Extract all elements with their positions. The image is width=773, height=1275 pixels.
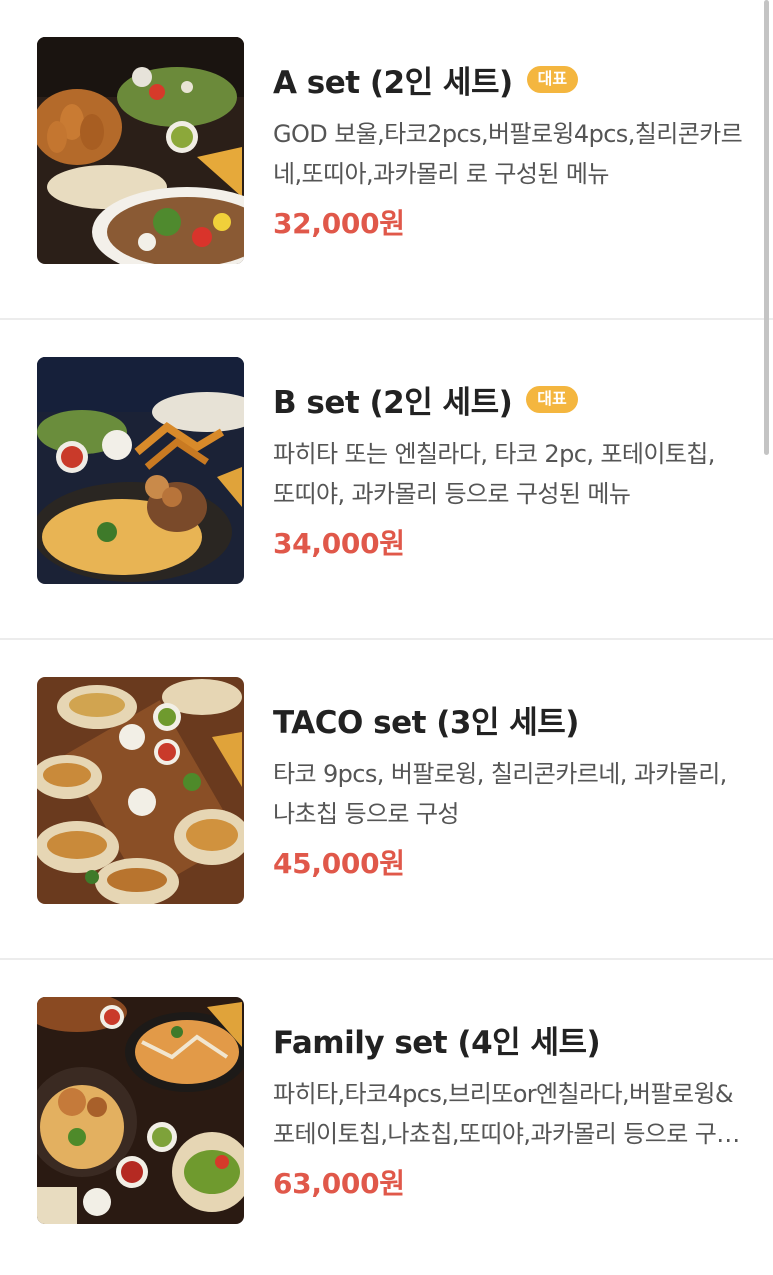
menu-item-price: 63,000원 [273,1167,405,1200]
menu-item-title: TACO set (3인 세트) [273,704,579,741]
menu-item-description: 파히타,타코4pcs,브리또or엔칠라다,버팔로윙&포테이토칩,나쵸칩,또띠야,… [273,1080,738,1148]
menu-item-title-row: A set (2인 세트) 대표 [273,58,743,101]
menu-item-b-set[interactable]: B set (2인 세트) 대표 파히타 또는 엔칠라다, 타코 2pc, 포테… [0,320,773,640]
taco-set-food-photo [37,677,244,904]
menu-item-price: 32,000원 [273,207,405,240]
menu-item-image[interactable] [37,357,244,584]
menu-item-info: B set (2인 세트) 대표 파히타 또는 엔칠라다, 타코 2pc, 포테… [273,378,743,562]
menu-item-title-row: TACO set (3인 세트) [273,698,743,741]
scrollbar[interactable] [764,0,769,455]
menu-item-image[interactable] [37,997,244,1224]
menu-item-title: B set (2인 세트) [273,384,513,421]
menu-item-description: 파히타 또는 엔칠라다, 타코 2pc, 포테이토칩, 또띠야, 과카몰리 등으… [273,440,715,508]
signature-badge: 대표 [526,65,579,93]
menu-item-image[interactable] [37,37,244,264]
family-set-food-photo [37,997,244,1224]
a-set-food-photo [37,37,244,264]
menu-item-info: TACO set (3인 세트) 타코 9pcs, 버팔로윙, 칠리콘카르네, … [273,698,743,882]
menu-item-description: GOD 보울,타코2pcs,버팔로윙4pcs,칠리콘카르네,또띠아,과카몰리 로… [273,120,743,188]
menu-item-title-row: Family set (4인 세트) [273,1018,743,1061]
menu-item-price: 45,000원 [273,847,405,880]
menu-item-taco-set[interactable]: TACO set (3인 세트) 타코 9pcs, 버팔로윙, 칠리콘카르네, … [0,640,773,960]
menu-item-title-row: B set (2인 세트) 대표 [273,378,743,421]
menu-item-description: 타코 9pcs, 버팔로윙, 칠리콘카르네, 과카몰리, 나초칩 등으로 구성 [273,760,727,828]
menu-item-image[interactable] [37,677,244,904]
menu-item-info: A set (2인 세트) 대표 GOD 보울,타코2pcs,버팔로윙4pcs,… [273,58,743,242]
menu-item-price: 34,000원 [273,527,405,560]
menu-item-title: Family set (4인 세트) [273,1024,601,1061]
menu-item-title: A set (2인 세트) [273,64,513,101]
menu-item-family-set[interactable]: Family set (4인 세트) 파히타,타코4pcs,브리또or엔칠라다,… [0,960,773,1275]
menu-item-a-set[interactable]: A set (2인 세트) 대표 GOD 보울,타코2pcs,버팔로윙4pcs,… [0,0,773,320]
menu-item-info: Family set (4인 세트) 파히타,타코4pcs,브리또or엔칠라다,… [273,1018,743,1202]
menu-list: A set (2인 세트) 대표 GOD 보울,타코2pcs,버팔로윙4pcs,… [0,0,773,1275]
signature-badge: 대표 [526,385,578,413]
b-set-food-photo [37,357,244,584]
